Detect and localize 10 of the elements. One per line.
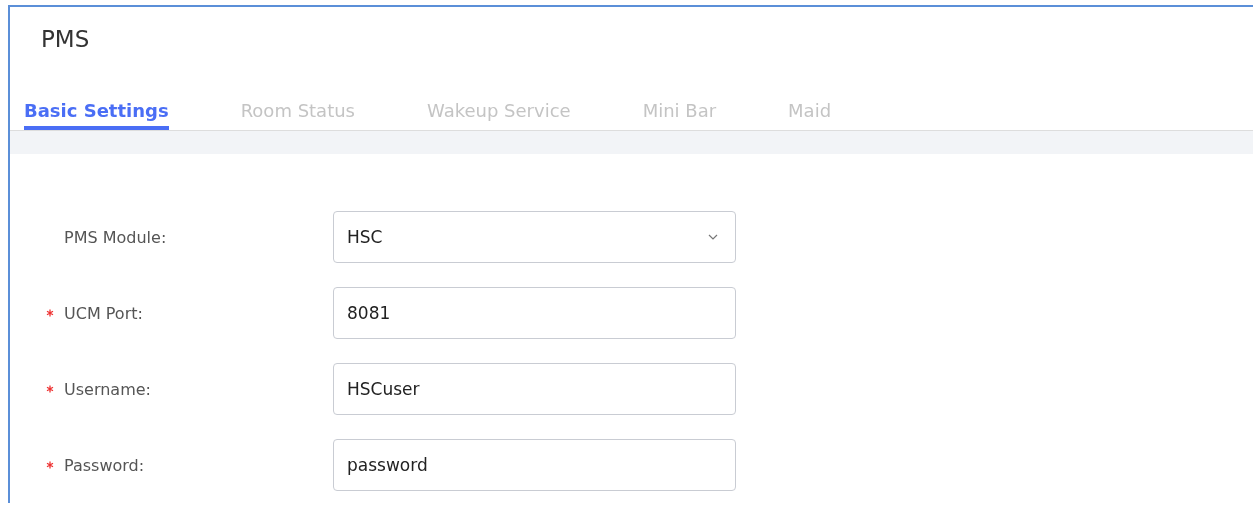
field-label: PMS Module: [64,227,167,247]
field-label: UCM Port: [64,303,143,323]
page-title: PMS [40,25,91,54]
field-label: Username: [64,379,151,399]
input-field[interactable]: 8081 [333,287,736,339]
input-field[interactable]: HSCuser [333,363,736,415]
field-label: Password: [64,455,145,475]
select-field[interactable]: HSC [333,211,736,263]
input-field[interactable]: password [333,439,736,491]
chevron-down-icon [708,234,718,240]
